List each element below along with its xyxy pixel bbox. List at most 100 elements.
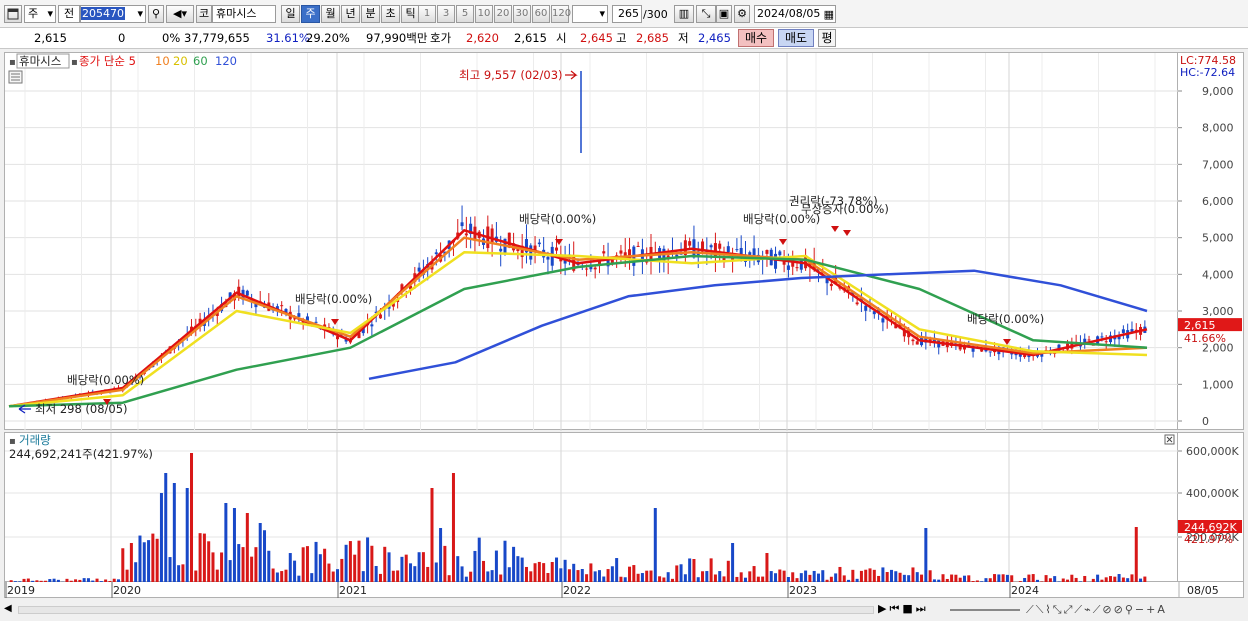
market-select[interactable]: 전 xyxy=(58,5,80,23)
interval-tab[interactable]: 20 xyxy=(494,5,512,23)
volume-chart[interactable]: 거래량 244,692,241주(421.97%) ▪ xyxy=(4,432,1179,583)
candle-body xyxy=(593,267,597,270)
calendar-icon[interactable]: ▦ xyxy=(824,7,834,23)
volume-bar xyxy=(327,563,331,583)
playback-controls[interactable]: ▶⏮■⏭ xyxy=(878,602,929,616)
candle-icon[interactable]: ▥ xyxy=(674,5,694,23)
current-price-label: 2,615 xyxy=(1184,319,1216,332)
interval-tab[interactable]: 5 xyxy=(456,5,474,23)
volume-bar xyxy=(610,566,614,583)
gear-icon[interactable]: ⚙ xyxy=(734,5,750,23)
price-tick-label: 5,000 xyxy=(1202,232,1234,245)
pct2-value: 29.20% xyxy=(306,31,350,45)
period-tab[interactable]: 초 xyxy=(381,5,400,23)
period-tab[interactable]: 일 xyxy=(281,5,300,23)
current-pct-label: 41.66% xyxy=(1184,332,1226,345)
price-tick-label: 8,000 xyxy=(1202,122,1234,135)
rights-marker-icon xyxy=(831,226,839,232)
period-tab[interactable]: 년 xyxy=(341,5,360,23)
volume-summary: 244,692,241주(421.97%) xyxy=(9,447,153,461)
volume-bar xyxy=(456,556,460,583)
volume-bar xyxy=(451,473,455,583)
interval-tab[interactable]: 120 xyxy=(551,5,571,23)
interval-tab[interactable]: 10 xyxy=(475,5,493,23)
volume-bar xyxy=(838,566,842,583)
save-icon[interactable]: ▣ xyxy=(716,5,732,23)
horizontal-scrollbar[interactable] xyxy=(18,606,874,614)
sell-button[interactable]: 매도 xyxy=(778,29,814,47)
volume-bar xyxy=(494,550,498,583)
low-label: 저 xyxy=(678,31,689,45)
candle-body xyxy=(378,314,382,319)
interval-tab[interactable]: 3 xyxy=(437,5,455,23)
quote-bar: 2,615 0 0% 37,779,655 31.61% 29.20% 97,9… xyxy=(0,28,1248,49)
volume-bar xyxy=(224,503,228,583)
volume-bar xyxy=(383,546,387,583)
candle-body xyxy=(795,267,799,269)
period-tab[interactable]: 주 xyxy=(301,5,320,23)
volume-bar xyxy=(632,565,636,583)
count-max: /300 xyxy=(643,8,668,21)
volume-bar xyxy=(524,566,528,583)
dividend-marker-icon xyxy=(779,239,787,245)
eval-button[interactable]: 평 xyxy=(818,29,836,47)
stock-name-field[interactable]: 휴마시스 xyxy=(212,5,276,23)
volume-bar xyxy=(911,567,915,583)
code-input[interactable]: 205470 ▾ xyxy=(80,5,146,23)
price-value: 2,615 xyxy=(34,31,67,45)
interval-dropdown[interactable]: ▾ xyxy=(572,5,608,23)
volume-bar xyxy=(207,541,211,583)
volume-bar xyxy=(473,550,477,583)
price-chart-svg[interactable]: 최고 9,557 (02/03) 최저 298 (08/05) 배당락(0.00%)… xyxy=(5,53,1179,431)
volume-bar xyxy=(159,493,163,583)
search-icon[interactable]: ⚲ xyxy=(148,5,164,23)
date-field[interactable]: 2024/08/05 ▦ xyxy=(754,5,836,23)
time-axis: 2019 2020 2021 2022 2023 2024 08/05 xyxy=(4,582,1244,598)
candle-body xyxy=(529,245,533,260)
scroll-left-icon[interactable]: ◀ xyxy=(4,603,16,617)
volume-bar xyxy=(340,558,344,583)
buy-button[interactable]: 매수 xyxy=(738,29,774,47)
volume-bar xyxy=(628,566,632,583)
count-input[interactable]: 265 xyxy=(612,5,642,23)
candle-body xyxy=(297,313,301,317)
price-tick-label: 1,000 xyxy=(1202,378,1234,391)
volume-chart-svg[interactable]: 거래량244,692,241주(421.97%)▪ xyxy=(5,433,1179,583)
volume-bar xyxy=(688,558,692,583)
candle-body xyxy=(602,251,606,254)
volume-bar xyxy=(164,473,168,583)
bonus-annotation: 무상증자(0.00%) xyxy=(801,202,889,216)
volume-bar xyxy=(477,537,481,583)
hoga-ask: 2,620 xyxy=(466,31,499,45)
period-tab[interactable]: 분 xyxy=(361,5,380,23)
volume-bar xyxy=(348,541,352,583)
zoom-slider[interactable] xyxy=(950,609,1020,611)
candle-body xyxy=(915,341,919,345)
interval-tab[interactable]: 60 xyxy=(532,5,550,23)
dividend-annotation: 배당락(0.00%) xyxy=(67,373,144,387)
volume-bar xyxy=(679,564,683,583)
interval-tab[interactable]: 1 xyxy=(418,5,436,23)
drawing-tools[interactable]: ⟋⟍⌇⤡⤢⟋⌁⟋⊘⊘⚲−+A xyxy=(1026,603,1167,617)
speaker-icon[interactable]: ◀▾ xyxy=(166,5,194,23)
window-menu-icon[interactable] xyxy=(4,5,22,23)
type-select[interactable]: 주 ▾ xyxy=(24,5,56,23)
volume-bar xyxy=(211,552,215,583)
interval-tab[interactable]: 30 xyxy=(513,5,531,23)
dividend-marker-icon xyxy=(331,319,339,325)
compare-icon[interactable]: ⤡ xyxy=(696,5,716,23)
change-pct: 0% xyxy=(162,31,181,45)
volume-bar xyxy=(439,528,443,583)
price-tick-label: 6,000 xyxy=(1202,195,1234,208)
volume-bar xyxy=(344,544,348,583)
dividend-annotation: 배당락(0.00%) xyxy=(519,212,596,226)
candle-body xyxy=(546,256,550,260)
volume-value: 37,779,655 xyxy=(184,31,250,45)
period-tab[interactable]: 월 xyxy=(321,5,340,23)
volume-bar xyxy=(430,488,434,583)
volume-bar xyxy=(675,565,679,583)
volume-bar xyxy=(121,548,125,583)
price-chart[interactable]: 최고 9,557 (02/03) 최저 298 (08/05) 배당락(0.00%)… xyxy=(4,52,1179,431)
volume-bar xyxy=(258,523,262,583)
hoga-label: 호가 xyxy=(430,31,452,45)
